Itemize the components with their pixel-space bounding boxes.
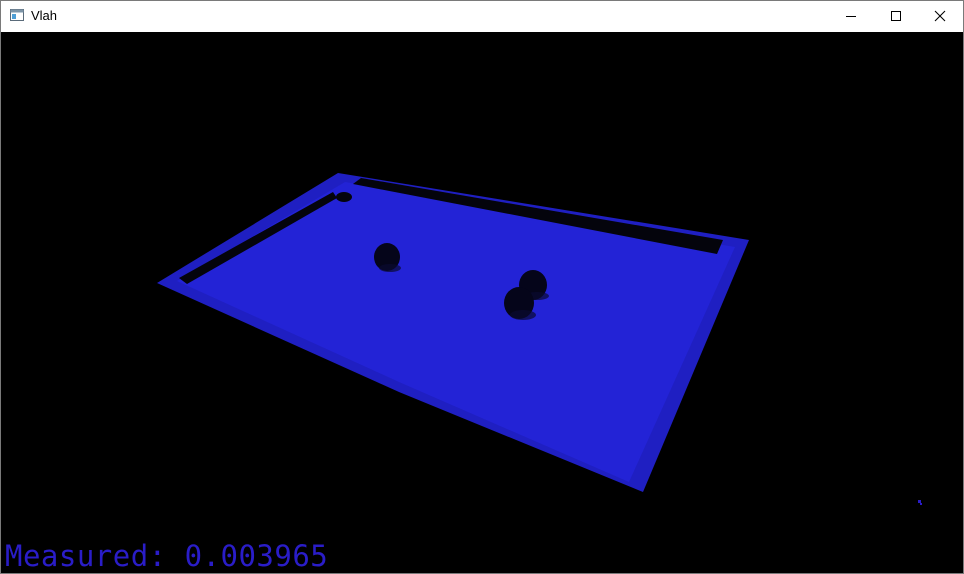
close-button[interactable] bbox=[917, 1, 963, 31]
scene-marker bbox=[918, 500, 922, 505]
maximize-icon bbox=[891, 11, 901, 21]
minimize-icon bbox=[846, 16, 856, 17]
window-title: Vlah bbox=[31, 8, 58, 23]
app-window: Vlah Measured: 0.003965 bbox=[0, 0, 964, 574]
render-viewport[interactable]: Measured: 0.003965 bbox=[1, 32, 963, 573]
measured-readout: Measured: 0.003965 bbox=[5, 539, 329, 573]
title-bar[interactable]: Vlah bbox=[1, 1, 963, 31]
maximize-button[interactable] bbox=[873, 1, 919, 31]
scene-canvas bbox=[157, 173, 922, 505]
app-icon bbox=[10, 9, 24, 21]
corner-pocket bbox=[336, 192, 352, 202]
close-icon bbox=[934, 10, 946, 22]
minimize-button[interactable] bbox=[828, 1, 874, 31]
